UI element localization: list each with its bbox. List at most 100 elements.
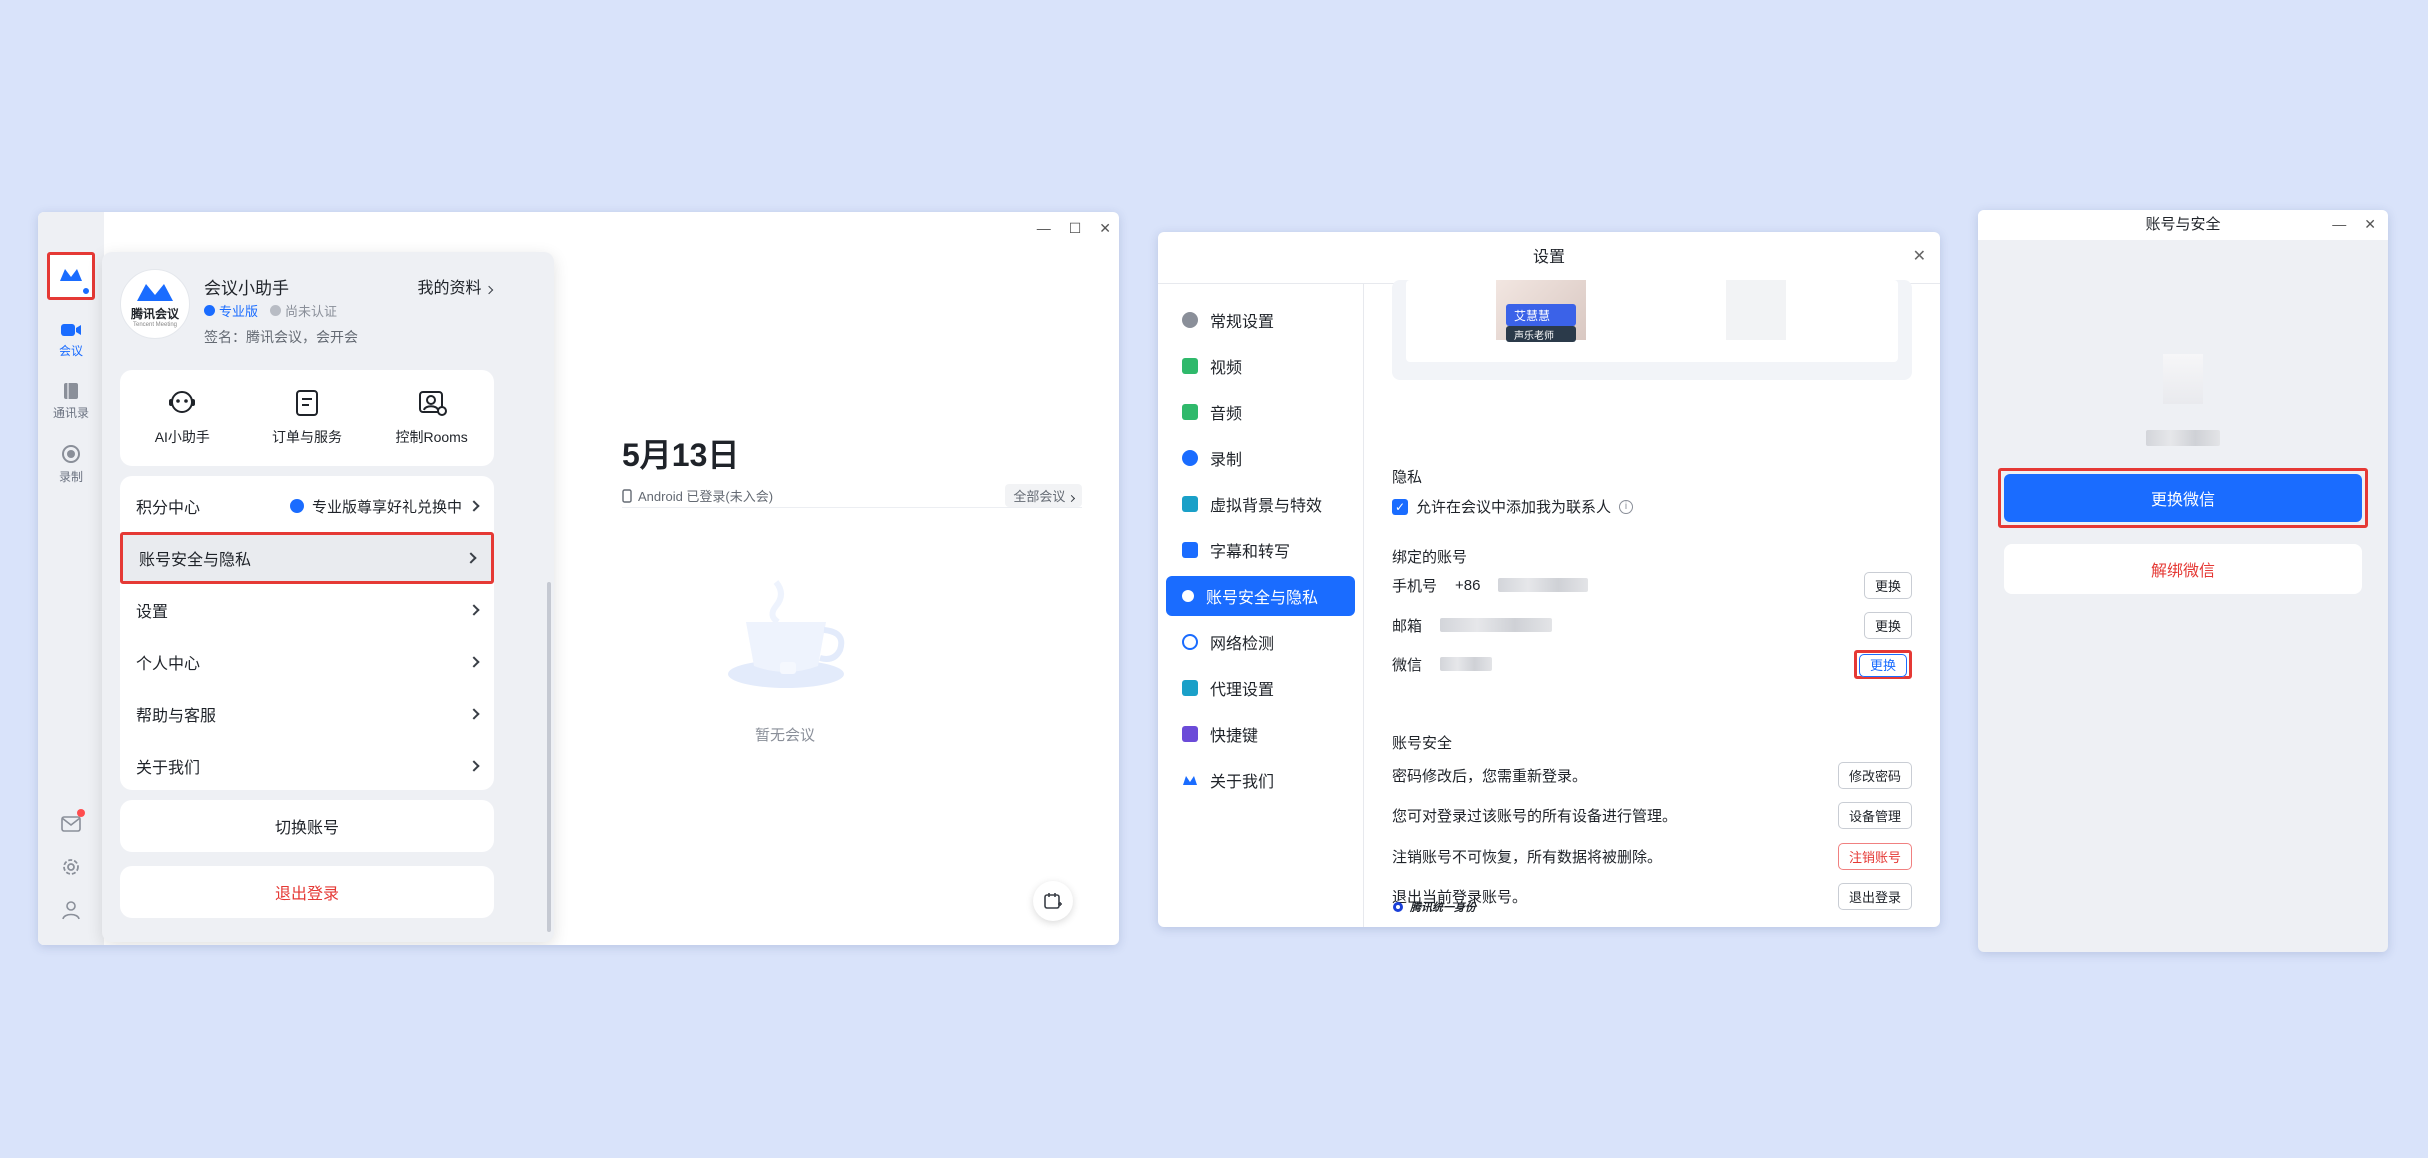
nav-proxy[interactable]: 代理设置 (1166, 668, 1355, 708)
change-phone-button[interactable]: 更换 (1863, 571, 1912, 599)
menu-item-personal-center[interactable]: 个人中心 (120, 636, 494, 688)
background-icon (1182, 496, 1198, 512)
logout-button[interactable]: 退出登录 (1837, 882, 1912, 910)
gear-icon (63, 859, 79, 875)
quick-action-label: AI小助手 (154, 429, 210, 445)
nav-account-security[interactable]: 账号安全与隐私 (1166, 576, 1355, 616)
bound-email-row: 邮箱 更换 (1392, 610, 1912, 640)
gift-icon (289, 499, 304, 513)
close-icon[interactable]: ✕ (1913, 246, 1926, 266)
nav-video[interactable]: 视频 (1166, 346, 1355, 386)
all-meetings-button[interactable]: 全部会议 (1005, 484, 1082, 507)
user-name: 会议小助手 (204, 279, 289, 298)
allow-contact-label: 允许在会议中添加我为联系人 (1416, 499, 1612, 516)
chevron-right-icon (468, 708, 480, 720)
chevron-right-icon (468, 656, 480, 668)
unbind-wechat-button[interactable]: 解绑微信 (2004, 544, 2362, 594)
change-wechat-button[interactable]: 更换 (1858, 653, 1907, 677)
minimize-icon[interactable]: — (2332, 216, 2346, 233)
chevron-right-icon (465, 552, 477, 564)
nav-shortcuts[interactable]: 快捷键 (1166, 714, 1355, 754)
device-status-text: Android 已登录(未入会) (638, 489, 774, 504)
chevron-right-icon (468, 604, 480, 616)
highlight-box: 更换 (1853, 649, 1912, 679)
globe-icon (1182, 634, 1198, 650)
mail-icon (61, 816, 81, 832)
meeting-logo-icon (60, 269, 82, 281)
nav-captions[interactable]: 字幕和转写 (1166, 530, 1355, 570)
empty-state-text: 暂无会议 (754, 727, 815, 744)
phone-icon (622, 488, 632, 503)
scrollbar[interactable] (547, 582, 551, 932)
window-controls: — ☐ ✕ (1037, 220, 1111, 237)
ai-assistant-button[interactable]: AI小助手 (127, 389, 237, 447)
menu-item-settings[interactable]: 设置 (120, 584, 494, 636)
menu-item-account-security[interactable]: 账号安全与隐私 (120, 532, 494, 584)
empty-coffee-cup-illustration (728, 580, 845, 688)
chevron-right-icon (468, 500, 480, 512)
user-avatar-button[interactable] (47, 252, 95, 300)
sidebar-item-contacts[interactable]: 通讯录 (38, 382, 104, 421)
close-icon[interactable]: ✕ (2364, 216, 2376, 233)
my-profile-link[interactable]: 我的资料 (418, 274, 494, 298)
logout-button[interactable]: 退出登录 (120, 866, 494, 918)
quick-actions: AI小助手 订单与服务 控制Rooms (120, 370, 494, 466)
change-password-button[interactable]: 修改密码 (1837, 761, 1912, 789)
menu-item-about[interactable]: 关于我们 (120, 740, 494, 792)
bound-accounts-title: 绑定的账号 (1392, 549, 1468, 566)
settings-nav: 常规设置 视频 音频 录制 虚拟背景与特效 字幕和转写 账号安全与隐私 网络检测… (1158, 284, 1364, 927)
maximize-icon[interactable]: ☐ (1069, 220, 1082, 237)
checkbox-checked[interactable]: ✓ (1392, 498, 1408, 515)
rooms-control-icon (418, 391, 447, 416)
allow-contact-checkbox-row[interactable]: ✓ 允许在会议中添加我为联系人 i (1392, 496, 1634, 517)
nav-general[interactable]: 常规设置 (1166, 300, 1355, 340)
keyboard-icon (1182, 726, 1198, 742)
schedule-meeting-button[interactable] (1033, 881, 1073, 921)
mail-button[interactable] (59, 809, 85, 836)
nav-virtual-background[interactable]: 虚拟背景与特效 (1166, 484, 1355, 524)
bound-phone-row: 手机号 +86 更换 (1392, 570, 1912, 600)
device-management-button[interactable]: 设备管理 (1837, 801, 1912, 829)
rooms-control-button[interactable]: 控制Rooms (377, 389, 487, 447)
menu-item-label: 设置 (136, 604, 169, 621)
nav-about[interactable]: 关于我们 (1166, 760, 1355, 800)
highlight-box: 更换微信 (1998, 468, 2368, 528)
switch-account-button[interactable]: 切换账号 (120, 800, 494, 852)
current-date: 5月13日 (622, 437, 740, 473)
change-email-button[interactable]: 更换 (1863, 611, 1912, 639)
video-icon (61, 324, 81, 336)
wechat-avatar-blurred (2163, 354, 2203, 404)
profile-button[interactable] (59, 898, 83, 922)
order-icon (295, 390, 318, 416)
video-icon (1182, 358, 1198, 374)
nav-network-test[interactable]: 网络检测 (1166, 622, 1355, 662)
info-icon[interactable]: i (1619, 499, 1634, 514)
ai-assistant-icon (169, 391, 196, 413)
user-icon (62, 901, 80, 920)
settings-button[interactable] (59, 855, 83, 879)
menu-item-label: 账号安全与隐私 (139, 552, 252, 569)
account-and-security-window: 账号与安全 — ✕ 更换微信 解绑微信 (1978, 210, 2388, 952)
sidebar-item-recording[interactable]: 录制 (38, 444, 104, 485)
meeting-list-panel: — ☐ ✕ 5月13日 Android 已登录(未入会) 全部会议 暂无会议 (554, 212, 1119, 945)
close-icon[interactable]: ✕ (1099, 220, 1111, 237)
chevron-right-icon (468, 760, 480, 772)
minimize-icon[interactable]: — (1037, 220, 1051, 237)
security-row-delete-account: 注销账号不可恢复，所有数据将被删除。 注销账号 (1392, 841, 1912, 871)
unverified-badge[interactable]: 尚未认证 (270, 301, 337, 320)
menu-item-help[interactable]: 帮助与客服 (120, 688, 494, 740)
logo-subtext: Tencent Meeting (132, 321, 178, 328)
delete-account-button[interactable]: 注销账号 (1837, 842, 1912, 870)
speaker-icon (1182, 404, 1198, 420)
sidebar-item-meetings[interactable]: 会议 (38, 322, 104, 359)
nav-audio[interactable]: 音频 (1166, 392, 1355, 432)
nav-recording[interactable]: 录制 (1166, 438, 1355, 478)
menu-item-points-center[interactable]: 积分中心 专业版尊享好礼兑换中 (120, 480, 494, 532)
sidebar-item-label: 会议 (58, 344, 83, 358)
tencent-id-icon (1393, 902, 1403, 912)
change-wechat-button[interactable]: 更换微信 (2004, 474, 2362, 522)
pro-icon (204, 305, 215, 316)
orders-button[interactable]: 订单与服务 (252, 389, 362, 447)
gear-icon (1182, 312, 1198, 328)
email-blurred (1440, 618, 1553, 632)
